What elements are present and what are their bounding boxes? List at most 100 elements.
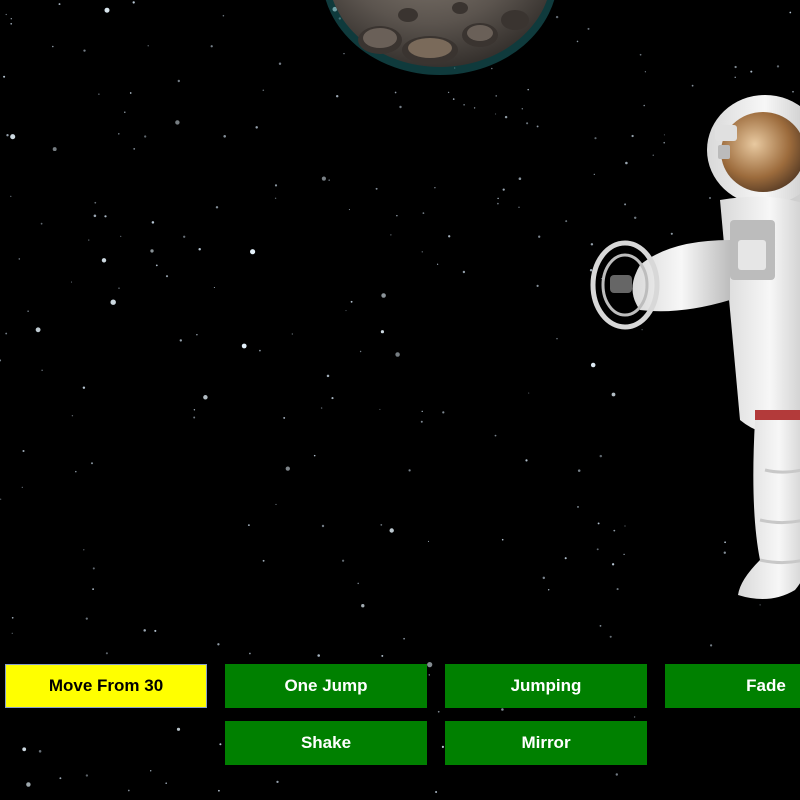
star-icon — [132, 1, 135, 4]
astronaut-icon — [590, 95, 800, 599]
star-icon — [196, 333, 198, 336]
star-icon — [321, 176, 326, 181]
jumping-button[interactable]: Jumping — [445, 664, 647, 708]
star-icon — [210, 45, 213, 48]
star-icon — [547, 589, 550, 591]
star-icon — [408, 469, 411, 472]
star-icon — [501, 708, 504, 711]
star-icon — [615, 773, 619, 776]
star-icon — [165, 782, 167, 784]
star-icon — [381, 654, 384, 657]
star-icon — [403, 637, 405, 640]
star-icon — [129, 92, 132, 94]
star-icon — [278, 62, 282, 65]
star-icon — [442, 411, 445, 414]
star-icon — [776, 65, 780, 68]
star-icon — [275, 503, 277, 505]
star-icon — [564, 557, 567, 560]
star-icon — [110, 299, 116, 305]
star-icon — [274, 184, 278, 187]
star-icon — [247, 524, 250, 527]
star-icon — [422, 212, 425, 214]
star-icon — [536, 284, 539, 287]
star-icon — [335, 94, 339, 98]
star-icon — [10, 134, 16, 140]
star-icon — [644, 71, 646, 73]
star-icon — [501, 538, 504, 541]
star-icon — [40, 222, 43, 225]
star-icon — [118, 287, 120, 289]
star-icon — [222, 14, 225, 17]
star-icon — [6, 134, 9, 137]
star-icon — [144, 135, 147, 138]
star-icon — [85, 617, 88, 620]
star-icon — [92, 567, 95, 570]
star-icon — [10, 195, 12, 197]
star-icon — [219, 743, 222, 746]
star-icon — [542, 576, 546, 580]
star-icon — [436, 263, 439, 265]
star-icon — [262, 559, 265, 562]
star-icon — [565, 220, 568, 223]
star-icon — [223, 135, 226, 138]
star-icon — [528, 392, 530, 394]
star-icon — [504, 115, 508, 119]
star-icon — [92, 588, 94, 590]
star-icon — [494, 434, 497, 437]
star-icon — [75, 470, 77, 473]
star-icon — [104, 215, 107, 218]
star-icon — [22, 449, 25, 453]
star-icon — [452, 98, 455, 100]
star-icon — [599, 625, 602, 627]
star-icon — [41, 369, 43, 371]
mirror-button[interactable]: Mirror — [445, 721, 647, 765]
star-icon — [283, 416, 286, 419]
star-icon — [521, 108, 523, 110]
star-icon — [447, 91, 450, 94]
star-icon — [143, 629, 146, 632]
star-icon — [380, 330, 385, 334]
shake-button[interactable]: Shake — [225, 721, 427, 765]
star-icon — [321, 524, 325, 528]
game-stage: Move From 30 One Jump Jumping Fade Shake… — [0, 0, 800, 800]
one-jump-button[interactable]: One Jump — [225, 664, 427, 708]
star-icon — [381, 293, 386, 298]
star-icon — [750, 70, 753, 73]
star-icon — [38, 750, 42, 753]
star-icon — [250, 249, 256, 255]
star-icon — [577, 506, 579, 508]
star-icon — [88, 239, 90, 241]
star-icon — [734, 65, 737, 69]
star-icon — [350, 300, 353, 303]
star-icon — [538, 235, 541, 238]
star-icon — [58, 3, 61, 6]
star-icon — [357, 582, 359, 585]
star-icon — [633, 716, 636, 718]
star-icon — [709, 644, 713, 647]
star-icon — [18, 258, 21, 260]
star-icon — [105, 652, 108, 655]
star-icon — [274, 197, 277, 199]
move-from-button[interactable]: Move From 30 — [5, 664, 207, 708]
star-icon — [82, 386, 86, 389]
star-icon — [11, 632, 13, 634]
star-icon — [394, 91, 397, 94]
fade-button[interactable]: Fade — [665, 664, 800, 708]
star-icon — [536, 125, 539, 128]
star-icon — [151, 221, 155, 224]
star-icon — [379, 408, 381, 410]
star-icon — [175, 120, 180, 125]
star-icon — [10, 18, 12, 20]
star-icon — [5, 13, 7, 16]
star-icon — [59, 777, 62, 780]
star-icon — [326, 374, 330, 378]
star-icon — [249, 652, 251, 655]
star-icon — [502, 188, 505, 191]
star-icon — [359, 350, 362, 353]
star-icon — [285, 466, 290, 471]
star-icon — [85, 774, 89, 777]
star-icon — [104, 7, 110, 13]
star-icon — [576, 40, 579, 43]
star-icon — [348, 209, 350, 211]
star-icon — [71, 415, 74, 417]
